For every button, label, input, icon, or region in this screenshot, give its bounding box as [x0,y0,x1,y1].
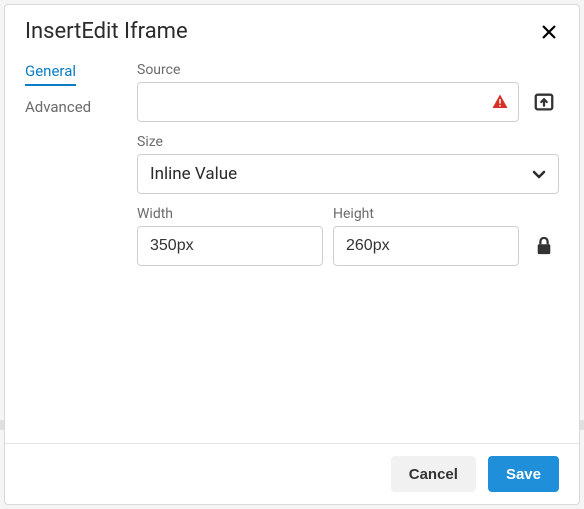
dimensions-row: Width Height [137,206,559,266]
source-row [137,82,559,122]
close-button[interactable] [539,22,559,42]
size-select-value: Inline Value [150,164,237,184]
height-label: Height [333,206,519,222]
source-field: Source [137,62,559,122]
warning-icon [491,93,509,111]
width-input[interactable] [137,226,323,266]
size-field: Size Inline Value [137,134,559,194]
close-icon [541,24,557,40]
height-field: Height [333,206,519,266]
source-label: Source [137,62,559,78]
source-input-wrap [137,82,519,122]
source-input[interactable] [137,82,519,122]
size-label: Size [137,134,559,150]
width-field: Width [137,206,323,266]
browse-button[interactable] [529,87,559,117]
browse-icon [533,91,555,113]
cancel-button[interactable]: Cancel [391,456,476,492]
tab-general[interactable]: General [25,62,76,86]
tabs: General Advanced [25,62,137,443]
dialog-footer: Cancel Save [5,443,579,504]
save-button[interactable]: Save [488,456,559,492]
size-select[interactable]: Inline Value [137,154,559,194]
form-area: Source [137,62,559,443]
tab-advanced[interactable]: Advanced [25,98,91,120]
dialog-body: General Advanced Source [5,52,579,443]
lock-icon [536,237,552,255]
iframe-dialog: InsertEdit Iframe General Advanced Sourc… [4,4,580,505]
height-input[interactable] [333,226,519,266]
dialog-title: InsertEdit Iframe [25,19,188,44]
dialog-header: InsertEdit Iframe [5,5,579,52]
width-label: Width [137,206,323,222]
lock-aspect-button[interactable] [529,226,559,266]
size-select-wrap: Inline Value [137,154,559,194]
